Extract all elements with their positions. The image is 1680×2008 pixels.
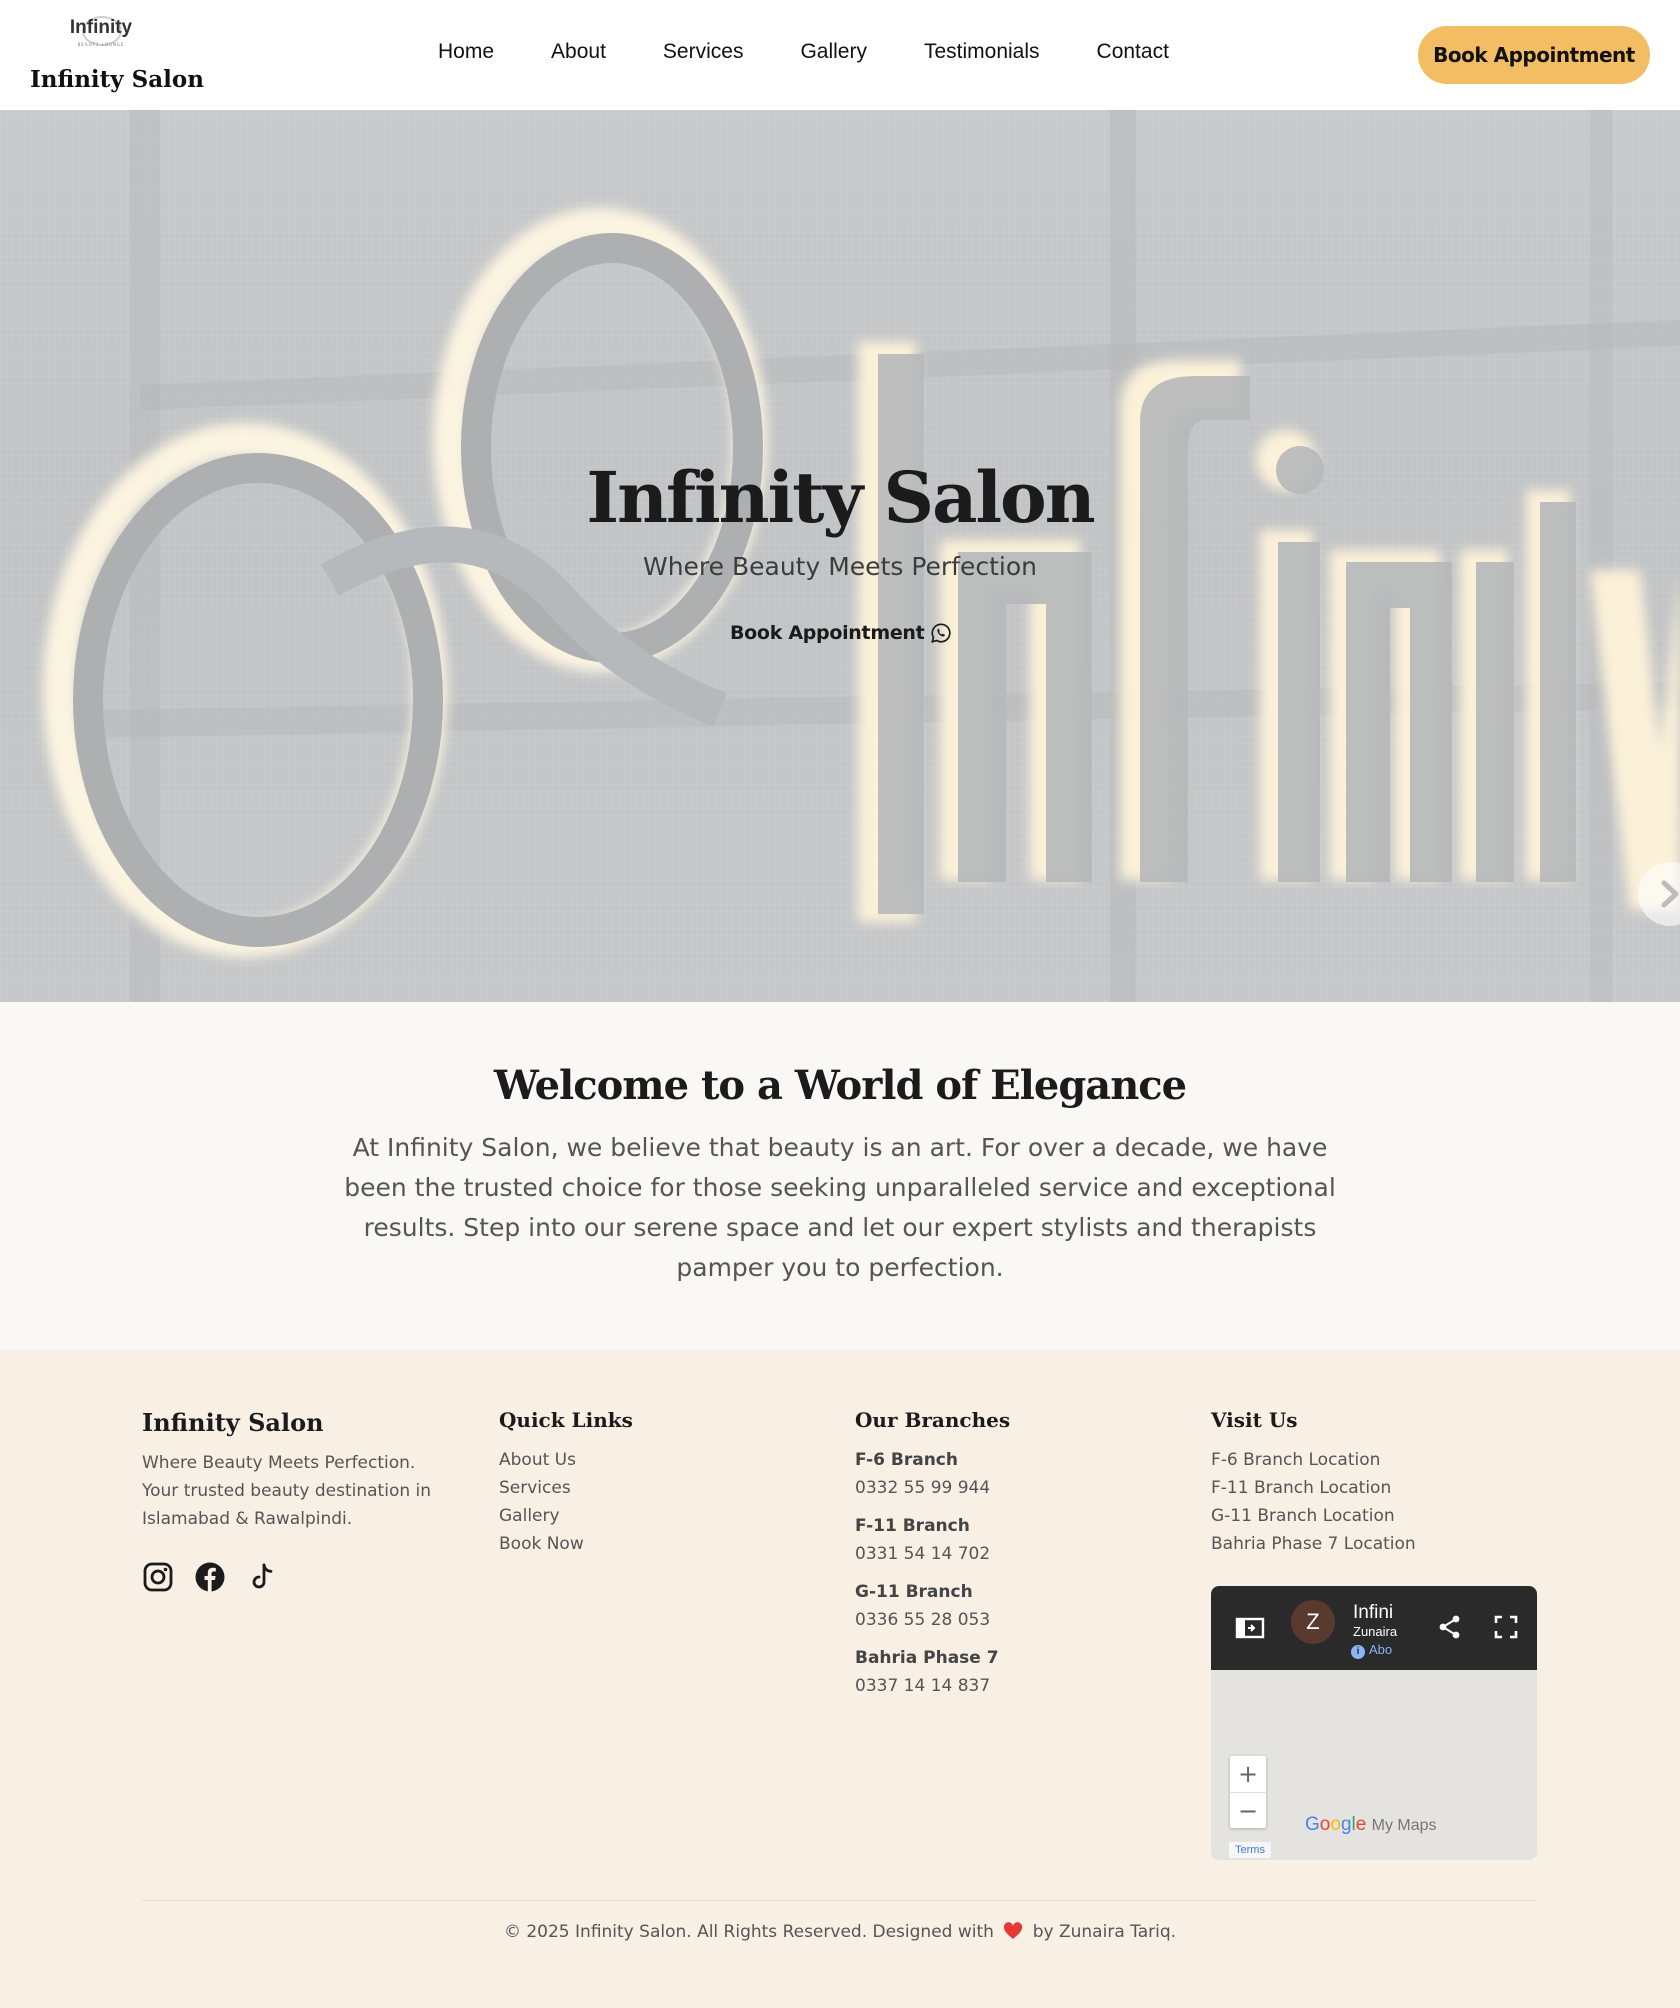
google-my-maps-logo: Google My Maps [1305,1814,1437,1835]
social-links [142,1561,452,1593]
hero-title: Infinity Salon [586,456,1095,539]
footer-link-services[interactable]: Services [499,1474,633,1502]
share-icon[interactable] [1437,1614,1463,1640]
branch-item: F-11 Branch 0331 54 14 702 [855,1512,1010,1568]
location-link-f6[interactable]: F-6 Branch Location [1211,1446,1416,1474]
nav-testimonials[interactable]: Testimonials [924,40,1040,64]
location-link-f11[interactable]: F-11 Branch Location [1211,1474,1416,1502]
map-embed[interactable]: Z Infini Zunaira i Abo + − Google My Maps… [1211,1586,1537,1860]
footer-visit-us: Visit Us F-6 Branch Location F-11 Branch… [1211,1408,1416,1558]
my-maps-label: My Maps [1371,1817,1437,1834]
branch-phone[interactable]: 0337 14 14 837 [855,1672,1010,1700]
map-about-link[interactable]: i Abo [1351,1642,1403,1659]
branch-phone[interactable]: 0336 55 28 053 [855,1606,1010,1634]
quick-links-title: Quick Links [499,1408,633,1432]
branch-name: Bahria Phase 7 [855,1648,999,1668]
footer-brand: Infinity Salon [142,1408,324,1437]
footer-link-book-now[interactable]: Book Now [499,1530,633,1558]
brand-name[interactable]: Infinity Salon [30,66,204,93]
branch-phone[interactable]: 0331 54 14 702 [855,1540,1010,1568]
hero-cta-label: Book Appointment [730,622,925,644]
zoom-in-button[interactable]: + [1230,1756,1266,1792]
footer-link-gallery[interactable]: Gallery [499,1502,633,1530]
footer-branches: Our Branches F-6 Branch 0332 55 99 944 F… [855,1408,1010,1710]
map-zoom-controls: + − [1230,1756,1266,1828]
nav-about[interactable]: About [551,40,606,64]
map-sidebar-icon[interactable] [1235,1616,1265,1640]
branch-item: F-6 Branch 0332 55 99 944 [855,1446,1010,1502]
map-title: Infini [1353,1602,1394,1623]
main-nav: Home About Services Gallery Testimonials… [438,40,1169,64]
tiktok-icon[interactable] [246,1561,278,1593]
zoom-out-button[interactable]: − [1230,1792,1266,1828]
branch-name: F-11 Branch [855,1516,970,1536]
branch-name: F-6 Branch [855,1450,958,1470]
map-terms-link[interactable]: Terms [1229,1842,1271,1858]
copyright: © 2025 Infinity Salon. All Rights Reserv… [0,1922,1680,1942]
logo[interactable]: Infinity BEAUTY LOUNGE [64,14,138,48]
site-header: Infinity BEAUTY LOUNGE Infinity Salon Ho… [0,0,1680,110]
whatsapp-icon [931,623,952,643]
footer-about-column: Infinity Salon Where Beauty Meets Perfec… [142,1408,452,1593]
map-owner: Zunaira [1353,1624,1398,1639]
map-about-label: Abo [1369,1642,1393,1657]
branch-item: Bahria Phase 7 0337 14 14 837 [855,1644,1010,1700]
copyright-credit: by Zunaira Tariq. [1032,1922,1177,1942]
logo-word: Infinity [69,17,133,38]
nav-contact[interactable]: Contact [1097,40,1169,64]
book-appointment-button[interactable]: Book Appointment [1418,26,1650,84]
footer-divider [142,1900,1537,1901]
footer-quick-links: Quick Links About Us Services Gallery Bo… [499,1408,633,1558]
welcome-text: At Infinity Salon, we believe that beaut… [344,1133,1336,1282]
avatar[interactable]: Z [1291,1600,1335,1644]
footer-link-about[interactable]: About Us [499,1446,633,1474]
branches-title: Our Branches [855,1408,1011,1432]
location-link-g11[interactable]: G-11 Branch Location [1211,1502,1416,1530]
hero-book-appointment-link[interactable]: Book Appointment [730,618,952,648]
instagram-icon[interactable] [142,1561,174,1593]
welcome-section: Welcome to a World of Elegance At Infini… [0,1002,1680,1350]
location-link-bahria[interactable]: Bahria Phase 7 Location [1211,1530,1416,1558]
facebook-icon[interactable] [194,1561,226,1593]
branch-phone[interactable]: 0332 55 99 944 [855,1474,1010,1502]
welcome-heading: Welcome to a World of Elegance [493,1062,1187,1109]
nav-home[interactable]: Home [438,40,494,64]
visit-us-title: Visit Us [1211,1408,1298,1432]
branch-item: G-11 Branch 0336 55 28 053 [855,1578,1010,1634]
nav-gallery[interactable]: Gallery [800,40,867,64]
logo-tagline: BEAUTY LOUNGE [77,42,125,47]
hero-subtitle: Where Beauty Meets Perfection [642,552,1037,581]
info-icon: i [1351,1645,1365,1659]
map-toolbar: Z Infini Zunaira i Abo [1211,1586,1537,1670]
copyright-text: © 2025 Infinity Salon. All Rights Reserv… [503,1922,994,1942]
chevron-right-icon [1661,880,1679,908]
nav-services[interactable]: Services [663,40,744,64]
hero-section: Infinity Salon Where Beauty Meets Perfec… [0,110,1680,1002]
fullscreen-icon[interactable] [1493,1614,1519,1640]
branch-name: G-11 Branch [855,1582,973,1602]
heart-icon [1004,1922,1023,1939]
footer-about-text: Where Beauty Meets Perfection. Your trus… [142,1453,432,1529]
